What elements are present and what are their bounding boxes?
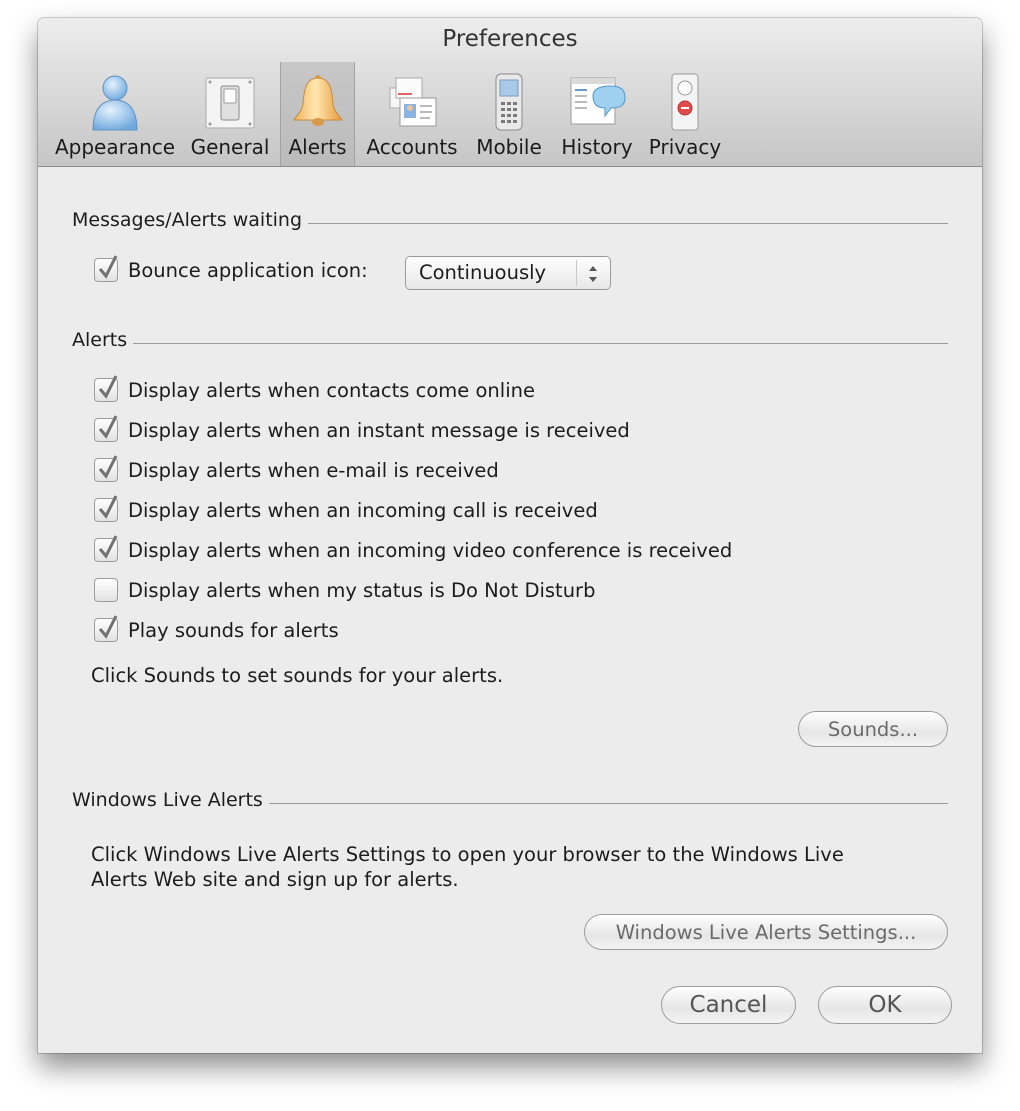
tab-label: Alerts (288, 135, 347, 159)
switch-icon (205, 77, 255, 129)
tab-history[interactable]: History (556, 62, 638, 166)
bounce-checkbox-row[interactable]: Bounce application icon: (94, 255, 368, 282)
option-label: Display alerts when contacts come online (128, 378, 535, 402)
section-title: Alerts (72, 329, 128, 351)
section-title: Windows Live Alerts (72, 789, 263, 811)
section-title: Messages/Alerts waiting (72, 209, 303, 231)
checkbox-checked[interactable] (94, 615, 118, 642)
section-messages-heading: Messages/Alerts waiting (72, 209, 948, 231)
option-label: Display alerts when my status is Do Not … (128, 578, 596, 602)
checkbox-checked[interactable] (94, 455, 118, 482)
option-label: Display alerts when an incoming call is … (128, 498, 598, 522)
tab-appearance[interactable]: Appearance (54, 62, 176, 166)
accounts-icon (389, 77, 437, 127)
option-label: Display alerts when e-mail is received (128, 458, 499, 482)
updown-arrows-icon (589, 266, 597, 282)
checkbox-checked[interactable] (94, 255, 118, 282)
description-line: Alerts Web site and sign up for alerts. (91, 868, 459, 891)
preferences-window: Preferences Appearance General Alerts Ac… (38, 18, 982, 1053)
alert-option-row[interactable]: Play sounds for alerts (94, 615, 339, 642)
checkbox-checked[interactable] (94, 535, 118, 562)
tab-label: Privacy (648, 135, 722, 159)
select-divider (576, 260, 577, 286)
option-label: Display alerts when an instant message i… (128, 418, 630, 442)
alert-option-row[interactable]: Display alerts when my status is Do Not … (94, 578, 595, 602)
live-alerts-settings-button[interactable]: Windows Live Alerts Settings... (584, 914, 948, 950)
tab-label: Accounts (366, 135, 458, 159)
checkmark-icon (98, 455, 118, 479)
checkmark-icon (98, 415, 118, 439)
tab-alerts[interactable]: Alerts (280, 62, 355, 166)
tab-general[interactable]: General (188, 62, 272, 166)
checkbox-checked[interactable] (94, 415, 118, 442)
bounce-label: Bounce application icon: (128, 258, 368, 282)
section-divider (268, 802, 948, 804)
tab-label: Appearance (54, 135, 176, 159)
toolbar: Preferences Appearance General Alerts Ac… (38, 18, 982, 167)
ok-button[interactable]: OK (818, 986, 952, 1024)
select-value: Continuously (419, 261, 547, 284)
live-alerts-description: Click Windows Live Alerts Settings to op… (91, 842, 844, 892)
option-label: Play sounds for alerts (128, 618, 339, 642)
sounds-button[interactable]: Sounds... (798, 711, 948, 747)
checkmark-icon (98, 495, 118, 519)
privacy-icon (671, 73, 699, 131)
alert-option-row[interactable]: Display alerts when an incoming call is … (94, 495, 598, 522)
checkbox-unchecked[interactable] (94, 578, 118, 602)
sounds-hint: Click Sounds to set sounds for your aler… (91, 664, 504, 687)
checkbox-checked[interactable] (94, 495, 118, 522)
section-divider (133, 342, 948, 344)
person-icon (92, 75, 138, 131)
alert-option-row[interactable]: Display alerts when an instant message i… (94, 415, 630, 442)
phone-icon (495, 73, 523, 131)
tab-label: History (561, 135, 633, 159)
checkmark-icon (98, 535, 118, 559)
description-line: Click Windows Live Alerts Settings to op… (91, 843, 844, 866)
checkmark-icon (98, 615, 118, 639)
window-title: Preferences (442, 26, 578, 52)
alert-option-row[interactable]: Display alerts when e-mail is received (94, 455, 499, 482)
tab-privacy[interactable]: Privacy (644, 62, 726, 166)
bounce-frequency-select[interactable]: Continuously (405, 256, 611, 290)
cancel-button[interactable]: Cancel (661, 986, 796, 1024)
tab-mobile[interactable]: Mobile (470, 62, 548, 166)
checkmark-icon (98, 375, 118, 399)
bell-icon (292, 75, 343, 126)
tab-accounts[interactable]: Accounts (362, 62, 462, 166)
alert-option-row[interactable]: Display alerts when contacts come online (94, 375, 535, 402)
history-icon (570, 77, 626, 125)
tab-label: Mobile (476, 135, 542, 159)
section-divider (308, 222, 948, 224)
checkbox-checked[interactable] (94, 375, 118, 402)
section-alerts-heading: Alerts (72, 329, 948, 351)
tab-label: General (190, 135, 270, 159)
section-live-alerts-heading: Windows Live Alerts (72, 789, 948, 811)
option-label: Display alerts when an incoming video co… (128, 538, 733, 562)
checkmark-icon (98, 255, 118, 279)
alert-option-row[interactable]: Display alerts when an incoming video co… (94, 535, 733, 562)
